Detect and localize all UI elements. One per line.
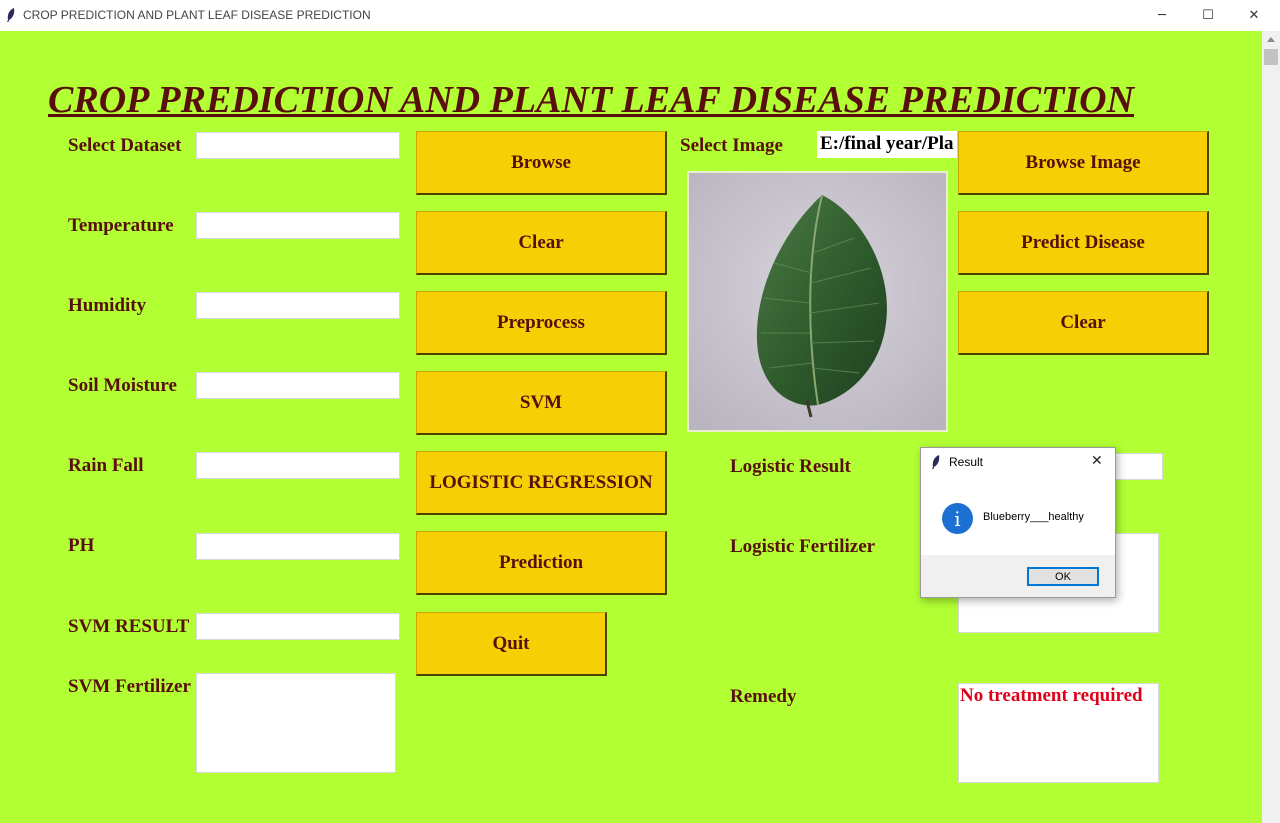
select-dataset-label: Select Dataset <box>68 135 182 156</box>
svm-result-label: SVM RESULT <box>68 616 190 637</box>
soil-moisture-field[interactable] <box>196 372 400 399</box>
rain-fall-label: Rain Fall <box>68 455 144 476</box>
leaf-image-frame <box>687 171 948 432</box>
remedy-text: No treatment required <box>960 685 1143 706</box>
logistic-fertilizer-label: Logistic Fertilizer <box>730 536 876 557</box>
image-path-field[interactable]: E:/final year/Pla <box>817 131 957 158</box>
temperature-field[interactable] <box>196 212 400 239</box>
select-image-label: Select Image <box>680 135 783 156</box>
svm-fertilizer-field[interactable] <box>196 673 396 773</box>
humidity-field[interactable] <box>196 292 400 319</box>
preprocess-button[interactable]: Preprocess <box>416 291 667 355</box>
dialog-close-icon[interactable]: ✕ <box>1091 453 1103 469</box>
soil-moisture-label: Soil Moisture <box>68 375 177 396</box>
prediction-button[interactable]: Prediction <box>416 531 667 595</box>
vertical-scrollbar[interactable] <box>1262 31 1280 823</box>
close-button[interactable]: ✕ <box>1231 0 1277 31</box>
result-dialog: Result ✕ i Blueberry___healthy OK <box>920 447 1116 598</box>
dataset-path-field[interactable] <box>196 132 400 159</box>
dialog-title: Result <box>949 455 984 469</box>
clear-button[interactable]: Clear <box>416 211 667 275</box>
svm-fertilizer-label: SVM Fertilizer <box>68 676 191 697</box>
dialog-footer: OK <box>921 555 1115 597</box>
dialog-message: Blueberry___healthy <box>983 511 1084 523</box>
page-heading: CROP PREDICTION AND PLANT LEAF DISEASE P… <box>48 79 1135 121</box>
feather-app-icon <box>932 455 940 469</box>
maximize-button[interactable]: ☐ <box>1185 0 1231 31</box>
quit-button[interactable]: Quit <box>416 612 607 676</box>
close-icon: ✕ <box>1248 8 1260 23</box>
rain-fall-field[interactable] <box>196 452 400 479</box>
leaf-image <box>689 173 946 430</box>
browse-image-button[interactable]: Browse Image <box>958 131 1209 195</box>
scroll-up-arrow-icon[interactable] <box>1267 37 1275 42</box>
browse-button[interactable]: Browse <box>416 131 667 195</box>
logistic-result-field[interactable] <box>1110 453 1163 480</box>
maximize-icon: ☐ <box>1202 8 1214 23</box>
clear-image-button[interactable]: Clear <box>958 291 1209 355</box>
svm-result-field[interactable] <box>196 613 400 640</box>
window-titlebar: CROP PREDICTION AND PLANT LEAF DISEASE P… <box>0 0 1280 32</box>
minimize-icon: ─ <box>1158 8 1166 23</box>
feather-app-icon <box>7 8 15 22</box>
logistic-regression-button[interactable]: LOGISTIC REGRESSION <box>416 451 667 515</box>
predict-disease-button[interactable]: Predict Disease <box>958 211 1209 275</box>
info-icon: i <box>942 503 973 534</box>
ok-button[interactable]: OK <box>1027 567 1099 586</box>
svm-button[interactable]: SVM <box>416 371 667 435</box>
humidity-label: Humidity <box>68 295 147 316</box>
ph-field[interactable] <box>196 533 400 560</box>
minimize-button[interactable]: ─ <box>1139 0 1185 31</box>
logistic-result-label: Logistic Result <box>730 456 851 477</box>
ph-label: PH <box>68 535 95 556</box>
scroll-thumb[interactable] <box>1264 49 1278 65</box>
window-title: CROP PREDICTION AND PLANT LEAF DISEASE P… <box>23 8 371 22</box>
remedy-label: Remedy <box>730 686 797 707</box>
temperature-label: Temperature <box>68 215 174 236</box>
